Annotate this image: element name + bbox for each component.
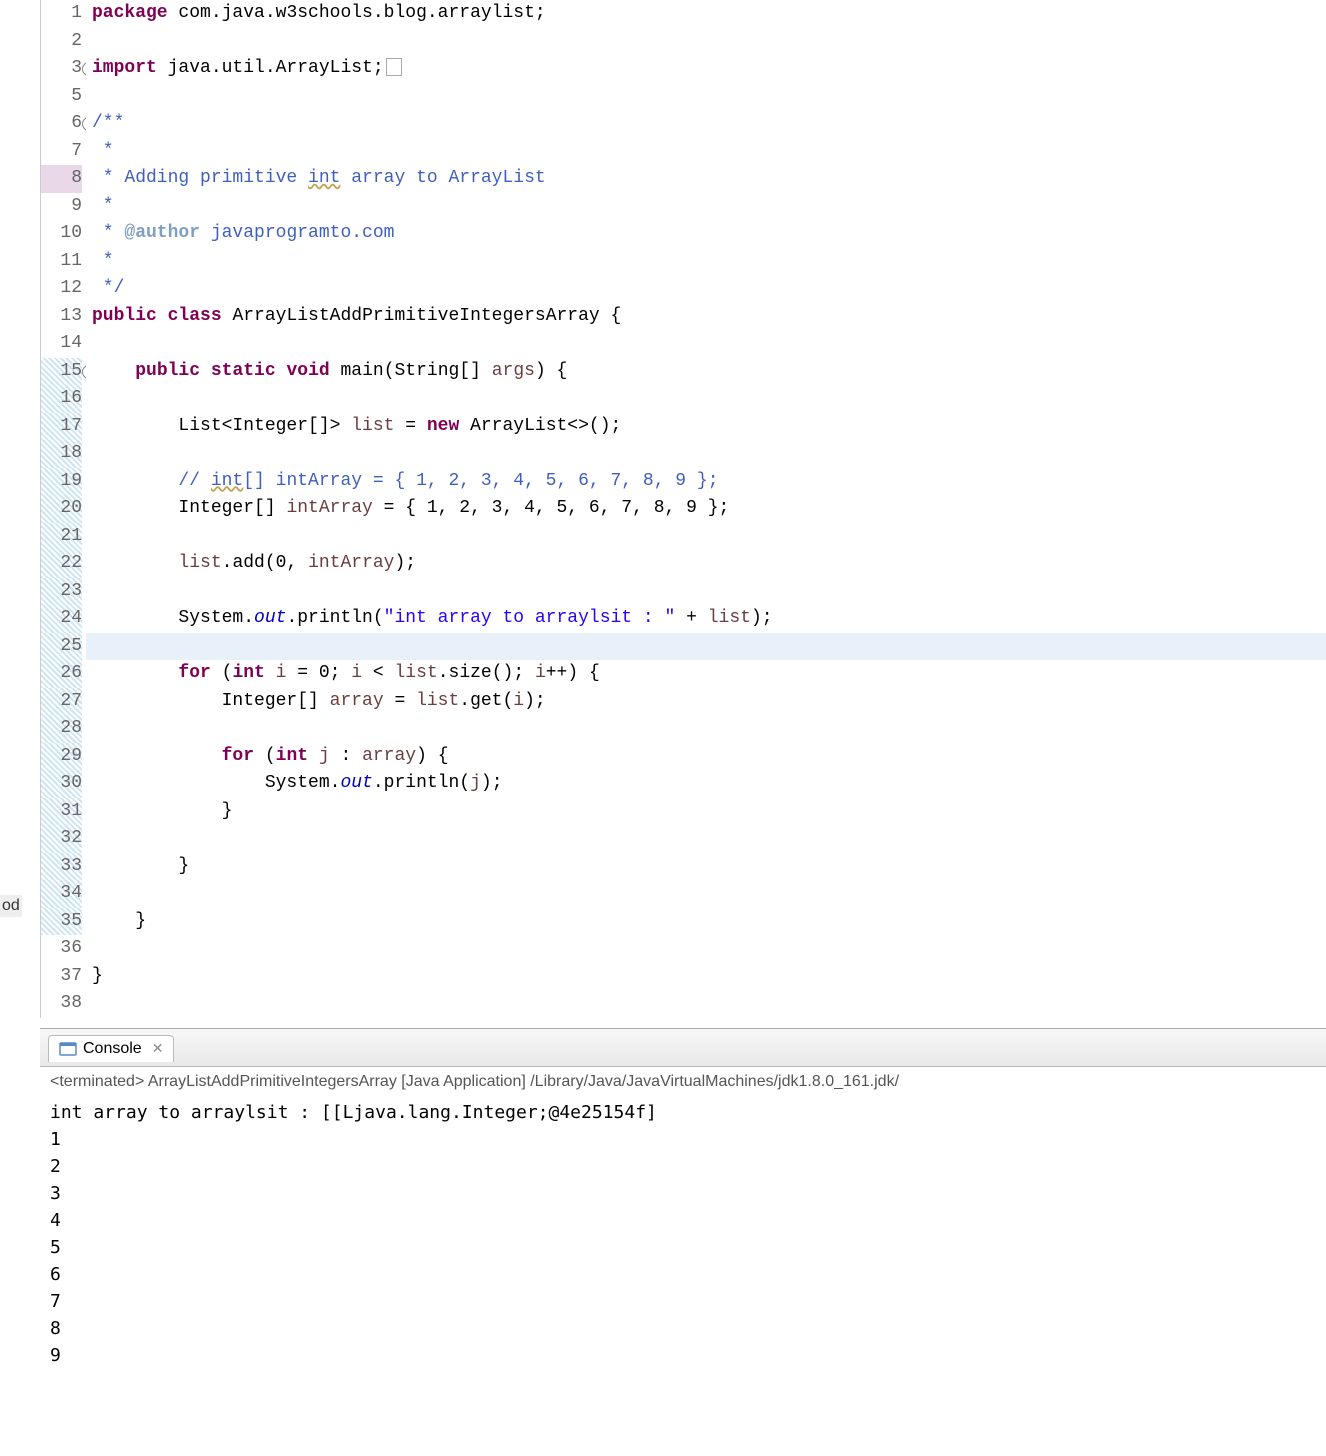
- line-number[interactable]: 14: [41, 330, 82, 358]
- code-line[interactable]: // int[] intArray = { 1, 2, 3, 4, 5, 6, …: [86, 468, 1326, 496]
- code-line[interactable]: *: [86, 138, 1326, 166]
- line-number[interactable]: 37: [41, 963, 82, 991]
- line-number[interactable]: 19: [41, 468, 82, 496]
- line-number[interactable]: 24: [41, 605, 82, 633]
- console-panel: Console ✕ <terminated> ArrayListAddPrimi…: [40, 1028, 1326, 1371]
- code-line[interactable]: public class ArrayListAddPrimitiveIntege…: [86, 303, 1326, 331]
- close-icon[interactable]: ✕: [152, 1040, 164, 1057]
- code-line[interactable]: [86, 935, 1326, 963]
- code-line[interactable]: /**: [86, 110, 1326, 138]
- code-line[interactable]: [86, 523, 1326, 551]
- line-number[interactable]: 3+: [41, 55, 82, 83]
- line-number[interactable]: 18: [41, 440, 82, 468]
- line-number[interactable]: 29: [41, 743, 82, 771]
- code-area[interactable]: package com.java.w3schools.blog.arraylis…: [86, 0, 1326, 1018]
- code-line[interactable]: }: [86, 798, 1326, 826]
- console-tab[interactable]: Console ✕: [48, 1035, 174, 1062]
- line-number[interactable]: 32: [41, 825, 82, 853]
- line-number[interactable]: 1: [41, 0, 82, 28]
- code-line[interactable]: package com.java.w3schools.blog.arraylis…: [86, 0, 1326, 28]
- line-number[interactable]: 5: [41, 83, 82, 111]
- code-line[interactable]: import java.util.ArrayList;: [86, 55, 1326, 83]
- console-tab-label: Console: [83, 1040, 142, 1058]
- code-line[interactable]: * Adding primitive int array to ArrayLis…: [86, 165, 1326, 193]
- line-number-gutter[interactable]: 123+56−789101112131415−16171819202122232…: [41, 0, 86, 1018]
- code-line[interactable]: System.out.println(j);: [86, 770, 1326, 798]
- line-number[interactable]: 6−: [41, 110, 82, 138]
- code-line[interactable]: [86, 880, 1326, 908]
- code-line[interactable]: *: [86, 193, 1326, 221]
- clipped-text: od: [0, 895, 22, 917]
- line-number[interactable]: 21: [41, 523, 82, 551]
- code-line[interactable]: [86, 330, 1326, 358]
- line-number[interactable]: 33: [41, 853, 82, 881]
- code-line[interactable]: List<Integer[]> list = new ArrayList<>()…: [86, 413, 1326, 441]
- line-number[interactable]: 31: [41, 798, 82, 826]
- line-number[interactable]: 25: [41, 633, 82, 661]
- code-line[interactable]: [86, 28, 1326, 56]
- code-line[interactable]: [86, 83, 1326, 111]
- console-output[interactable]: int array to arraylsit : [[Ljava.lang.In…: [40, 1097, 1326, 1371]
- code-editor[interactable]: 123+56−789101112131415−16171819202122232…: [40, 0, 1326, 1018]
- line-number[interactable]: 11: [41, 248, 82, 276]
- code-line[interactable]: list.add(0, intArray);: [86, 550, 1326, 578]
- line-number[interactable]: 20: [41, 495, 82, 523]
- code-line[interactable]: *: [86, 248, 1326, 276]
- line-number[interactable]: 8: [41, 165, 82, 193]
- line-number[interactable]: 7: [41, 138, 82, 166]
- console-tab-bar: Console ✕: [40, 1029, 1326, 1067]
- line-number[interactable]: 27: [41, 688, 82, 716]
- line-number[interactable]: 16: [41, 385, 82, 413]
- code-line[interactable]: [86, 633, 1326, 661]
- code-line[interactable]: [86, 578, 1326, 606]
- line-number[interactable]: 34: [41, 880, 82, 908]
- line-number[interactable]: 36: [41, 935, 82, 963]
- code-line[interactable]: public static void main(String[] args) {: [86, 358, 1326, 386]
- line-number[interactable]: 23: [41, 578, 82, 606]
- line-number[interactable]: 13: [41, 303, 82, 331]
- code-line[interactable]: [86, 715, 1326, 743]
- code-line[interactable]: Integer[] array = list.get(i);: [86, 688, 1326, 716]
- line-number[interactable]: 38: [41, 990, 82, 1018]
- code-line[interactable]: [86, 990, 1326, 1018]
- code-line[interactable]: * @author javaprogramto.com: [86, 220, 1326, 248]
- code-line[interactable]: [86, 440, 1326, 468]
- code-line[interactable]: }: [86, 963, 1326, 991]
- code-line[interactable]: for (int i = 0; i < list.size(); i++) {: [86, 660, 1326, 688]
- line-number[interactable]: 15−: [41, 358, 82, 386]
- line-number[interactable]: 17: [41, 413, 82, 441]
- line-number[interactable]: 22: [41, 550, 82, 578]
- line-number[interactable]: 28: [41, 715, 82, 743]
- code-line[interactable]: Integer[] intArray = { 1, 2, 3, 4, 5, 6,…: [86, 495, 1326, 523]
- line-number[interactable]: 2: [41, 28, 82, 56]
- code-line[interactable]: [86, 825, 1326, 853]
- console-icon: [59, 1040, 77, 1058]
- line-number[interactable]: 10: [41, 220, 82, 248]
- code-line[interactable]: [86, 385, 1326, 413]
- line-number[interactable]: 9: [41, 193, 82, 221]
- code-line[interactable]: }: [86, 908, 1326, 936]
- line-number[interactable]: 26: [41, 660, 82, 688]
- line-number[interactable]: 12: [41, 275, 82, 303]
- console-status: <terminated> ArrayListAddPrimitiveIntege…: [40, 1067, 1326, 1097]
- code-line[interactable]: */: [86, 275, 1326, 303]
- line-number[interactable]: 30: [41, 770, 82, 798]
- line-number[interactable]: 35: [41, 908, 82, 936]
- code-line[interactable]: }: [86, 853, 1326, 881]
- code-line[interactable]: System.out.println("int array to arrayls…: [86, 605, 1326, 633]
- code-line[interactable]: for (int j : array) {: [86, 743, 1326, 771]
